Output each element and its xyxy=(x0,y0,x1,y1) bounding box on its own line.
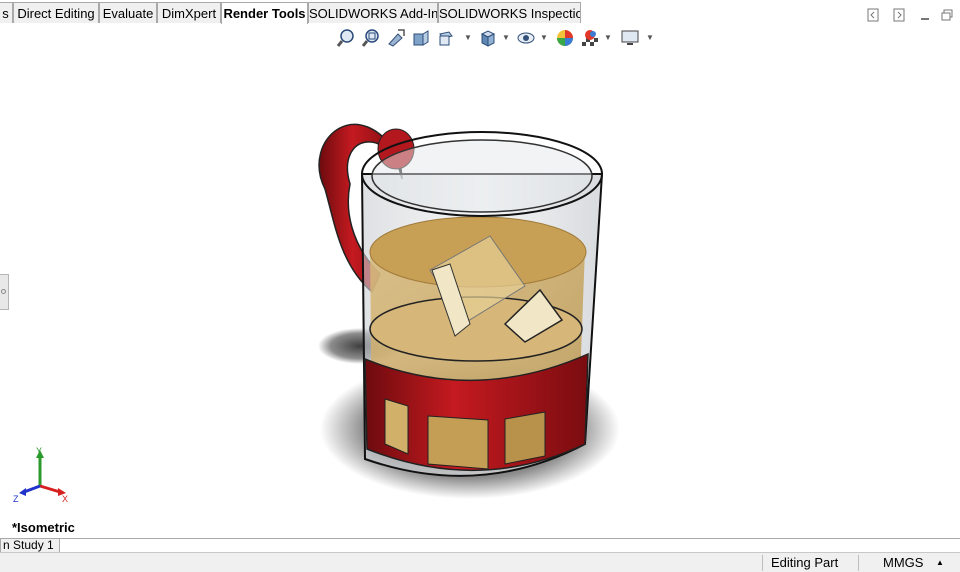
view-settings-dropdown-icon[interactable]: ▼ xyxy=(646,33,654,42)
display-style-icon[interactable] xyxy=(478,28,498,48)
view-orientation-dropdown-icon[interactable]: ▼ xyxy=(464,33,472,42)
tab-solidworks-add-ins[interactable]: SOLIDWORKS Add-Ins xyxy=(308,2,438,23)
view-orientation-label: *Isometric xyxy=(12,520,75,535)
view-orientation-icon[interactable] xyxy=(436,28,456,48)
restore-icon[interactable] xyxy=(940,8,954,22)
tab-dimxpert[interactable]: DimXpert xyxy=(157,2,221,23)
apply-scene-dropdown-icon[interactable]: ▼ xyxy=(604,33,612,42)
triad-y-label: Y xyxy=(36,446,42,456)
panel-left-icon[interactable] xyxy=(866,8,880,22)
tab-features[interactable]: s xyxy=(0,2,13,23)
tab-solidworks-inspection[interactable]: SOLIDWORKS Inspection xyxy=(438,2,581,23)
tab-render-tools[interactable]: Render Tools xyxy=(221,2,308,25)
triad-z-label: Z xyxy=(13,494,19,504)
tab-study-1[interactable]: n Study 1 xyxy=(0,539,60,553)
sleeve-window-3 xyxy=(504,411,546,465)
mug-model xyxy=(318,123,620,499)
zoom-area-icon[interactable] xyxy=(361,28,381,48)
tab-evaluate[interactable]: Evaluate xyxy=(99,2,157,23)
units-arrow-icon[interactable]: ▲ xyxy=(936,553,944,572)
triad-x-label: X xyxy=(62,494,68,504)
orientation-triad: Y X Z xyxy=(13,446,68,504)
panel-right-icon[interactable] xyxy=(892,8,906,22)
model-tabs: n Study 1 xyxy=(0,538,960,553)
edit-appearance-icon[interactable] xyxy=(555,28,575,48)
previous-view-icon[interactable] xyxy=(386,28,406,48)
section-view-icon[interactable] xyxy=(411,28,431,48)
minimize-icon[interactable] xyxy=(918,8,932,22)
units-selector[interactable]: MMGS xyxy=(883,553,923,572)
status-mode: Editing Part xyxy=(771,555,839,570)
status-separator xyxy=(762,555,763,571)
status-bar: Editing Part MMGS ▲ xyxy=(0,552,960,572)
sleeve-window-1 xyxy=(384,398,409,455)
command-manager-tabs: s Direct Editing Evaluate DimXpert Rende… xyxy=(0,0,960,25)
hide-show-icon[interactable] xyxy=(516,28,536,48)
glass-rim-inner xyxy=(371,139,593,213)
apply-scene-icon[interactable] xyxy=(580,28,600,48)
graphics-area[interactable]: Y X Z *Isometric xyxy=(0,24,960,538)
sleeve-window-2 xyxy=(427,415,489,470)
hide-show-dropdown-icon[interactable]: ▼ xyxy=(540,33,548,42)
view-settings-icon[interactable] xyxy=(620,28,640,48)
zoom-to-fit-icon[interactable] xyxy=(336,28,356,48)
tab-direct-editing[interactable]: Direct Editing xyxy=(13,2,99,23)
display-style-dropdown-icon[interactable]: ▼ xyxy=(502,33,510,42)
status-separator xyxy=(858,555,859,571)
